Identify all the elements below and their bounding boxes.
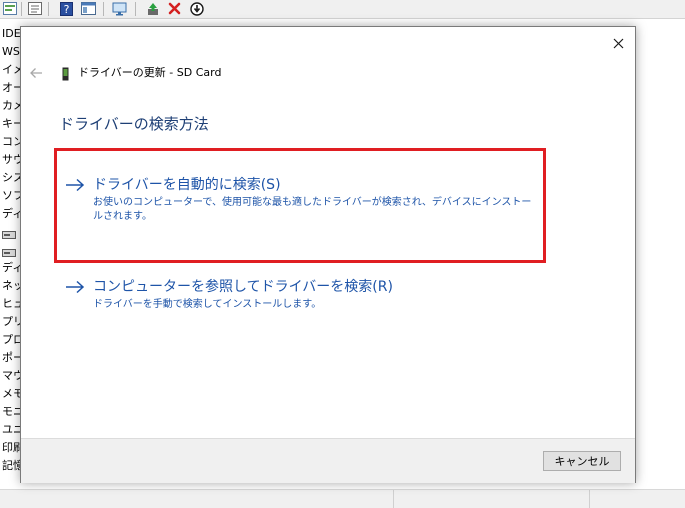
- properties-icon[interactable]: [27, 1, 43, 16]
- uninstall-icon[interactable]: [166, 1, 182, 16]
- tree-item[interactable]: WS: [2, 43, 20, 61]
- tree-item[interactable]: 印刷: [2, 439, 20, 457]
- tree-item[interactable]: ディ: [2, 259, 20, 277]
- browse-computer-title[interactable]: コンピューターを参照してドライバーを検索(R): [93, 278, 393, 296]
- tree-item[interactable]: 記憶: [2, 457, 20, 475]
- help-icon[interactable]: ?: [58, 1, 74, 16]
- browse-computer-option[interactable]: コンピューターを参照してドライバーを検索(R) ドライバーを手動で検索してインス…: [65, 278, 535, 318]
- auto-search-title[interactable]: ドライバーを自動的に検索(S): [93, 176, 281, 194]
- scan-hardware-icon[interactable]: [112, 1, 128, 16]
- svg-text:?: ?: [63, 3, 69, 16]
- tree-item[interactable]: シス: [2, 169, 20, 187]
- dialog-footer: キャンセル: [21, 438, 635, 483]
- tree-item[interactable]: オー: [2, 79, 20, 97]
- tree-item[interactable]: プロ: [2, 331, 20, 349]
- tree-item[interactable]: ヒュ: [2, 295, 20, 313]
- tree-item[interactable]: コン: [2, 133, 20, 151]
- back-icon[interactable]: [2, 1, 18, 16]
- tree-item[interactable]: カメ: [2, 97, 20, 115]
- tree-item[interactable]: ネッ: [2, 277, 20, 295]
- tree-item[interactable]: プリ: [2, 313, 20, 331]
- tree-item[interactable]: ディ: [2, 205, 20, 223]
- auto-search-description: お使いのコンピューターで、使用可能な最も適したドライバーが検索され、デバイスにイ…: [93, 197, 532, 222]
- close-button[interactable]: [607, 33, 629, 53]
- back-arrow-icon: [30, 68, 42, 78]
- close-icon: [613, 38, 623, 48]
- tree-item[interactable]: マウ: [2, 367, 20, 385]
- update-driver-dialog: ドライバーの更新 - SD Card ドライバーの検索方法 ドライバーを自動的に…: [20, 26, 636, 483]
- disable-device-icon[interactable]: [189, 1, 205, 16]
- right-arrow-icon: [66, 280, 85, 294]
- tree-item[interactable]: ソフ: [2, 187, 20, 205]
- browse-computer-description: ドライバーを手動で検索してインストールします。: [93, 299, 322, 310]
- view-icon[interactable]: [80, 1, 96, 16]
- cancel-button[interactable]: キャンセル: [543, 451, 621, 471]
- tree-item[interactable]: イメ: [2, 61, 20, 79]
- tree-item[interactable]: キー: [2, 115, 20, 133]
- device-tree: IDE WS イメ オー カメ キー コン サウ シス ソフ ディ ディ ネッ …: [0, 19, 20, 489]
- sd-card-device-icon: [62, 66, 69, 81]
- tree-item[interactable]: モニ: [2, 403, 20, 421]
- page-heading: ドライバーの検索方法: [59, 115, 209, 133]
- update-driver-icon[interactable]: [145, 1, 161, 16]
- tree-item[interactable]: サウ: [2, 151, 20, 169]
- back-button[interactable]: [27, 65, 45, 81]
- tree-item[interactable]: ユニ: [2, 421, 20, 439]
- tree-item[interactable]: ポー: [2, 349, 20, 367]
- tree-item[interactable]: IDE: [2, 25, 20, 43]
- drive-icon: [2, 227, 16, 245]
- status-bar: [0, 489, 685, 508]
- device-manager-toolbar: ?: [0, 0, 685, 19]
- dialog-title: ドライバーの更新 - SD Card: [78, 66, 222, 79]
- right-arrow-icon: [66, 178, 85, 192]
- tree-item[interactable]: メモ: [2, 385, 20, 403]
- auto-search-option[interactable]: ドライバーを自動的に検索(S) お使いのコンピューターで、使用可能な最も適したド…: [65, 176, 535, 232]
